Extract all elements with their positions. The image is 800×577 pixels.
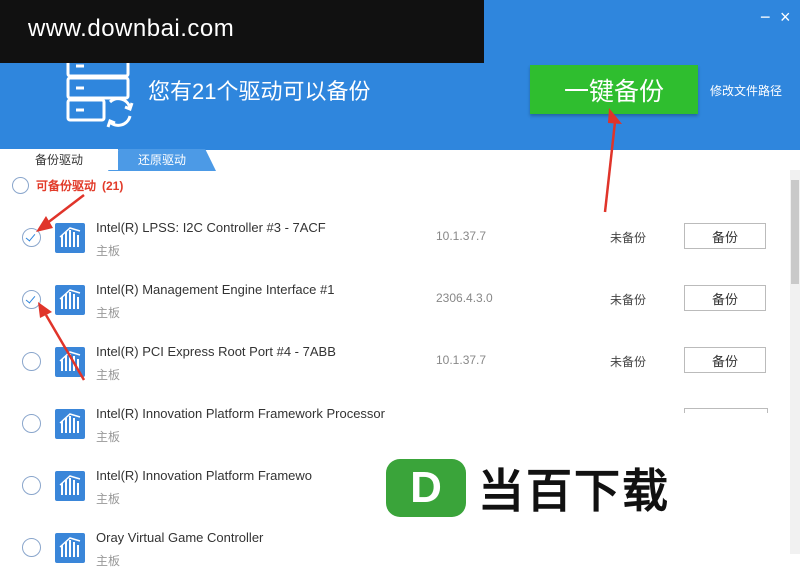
driver-version: 10.1.37.7 <box>436 229 487 243</box>
driver-checkbox[interactable] <box>22 476 41 495</box>
minimize-icon[interactable]: − <box>760 8 771 26</box>
driver-status: 未备份 <box>610 293 647 307</box>
driver-category: 主板 <box>96 554 121 568</box>
headline-text: 您有21个驱动可以备份 <box>148 79 371 104</box>
driver-name: Intel(R) LPSS: I2C Controller #3 - 7ACF <box>96 220 326 235</box>
backup-button[interactable]: 备份 <box>684 347 766 373</box>
header-bar: 您有21个驱动可以备份 一键备份 修改文件路径 − × www.downbai.… <box>0 0 800 150</box>
driver-category: 主板 <box>96 492 121 506</box>
brand-name: 当百下载 <box>478 465 670 517</box>
chip-icon <box>55 285 85 315</box>
server-sync-icon <box>66 54 134 128</box>
driver-row: Oray Virtual Game Controller 主板 <box>0 515 790 577</box>
driver-name: Intel(R) PCI Express Root Port #4 - 7ABB <box>96 344 336 359</box>
driver-category: 主板 <box>96 430 121 444</box>
driver-status: 未备份 <box>610 231 647 245</box>
driver-checkbox[interactable] <box>22 352 41 371</box>
backup-button[interactable]: 备份 <box>684 285 766 311</box>
group-select-all-radio[interactable] <box>12 177 29 194</box>
driver-name: Oray Virtual Game Controller <box>96 530 264 545</box>
change-path-link[interactable]: 修改文件路径 <box>710 82 782 99</box>
site-brand: D 当百下载 <box>386 455 670 521</box>
scrollbar-thumb[interactable] <box>791 180 799 284</box>
driver-version: 10.1.37.7 <box>436 353 487 367</box>
tab-backup-drivers[interactable]: 备份驱动 <box>0 149 118 170</box>
chip-icon <box>55 471 85 501</box>
driver-category: 主板 <box>96 244 121 258</box>
driver-row: Intel(R) LPSS: I2C Controller #3 - 7ACF … <box>0 205 790 267</box>
scrollbar[interactable] <box>790 170 800 554</box>
driver-name: Intel(R) Innovation Platform Framewo <box>96 468 313 483</box>
driver-version: 2306.4.3.0 <box>436 291 493 305</box>
driver-name: Intel(R) Innovation Platform Framework P… <box>96 406 385 420</box>
group-label: 可备份驱动 <box>36 179 97 193</box>
driver-checkbox[interactable] <box>22 228 41 247</box>
backup-button[interactable] <box>684 408 768 413</box>
driver-status: 未备份 <box>610 355 647 369</box>
tab-restore-drivers[interactable]: 还原驱动 <box>108 149 216 171</box>
group-count: (21) <box>102 178 124 193</box>
driver-name: Intel(R) Management Engine Interface #1 <box>96 282 335 297</box>
backup-button[interactable]: 备份 <box>684 223 766 249</box>
chip-icon <box>55 409 85 439</box>
driver-category: 主板 <box>96 306 121 320</box>
chip-icon <box>55 347 85 377</box>
group-header: 可备份驱动 (21) <box>12 177 123 194</box>
driver-row: Intel(R) PCI Express Root Port #4 - 7ABB… <box>0 329 790 391</box>
driver-checkbox[interactable] <box>22 414 41 433</box>
driver-checkbox[interactable] <box>22 290 41 309</box>
brand-logo-icon: D <box>386 459 466 517</box>
chip-icon <box>55 223 85 253</box>
watermark-banner: www.downbai.com <box>0 0 484 63</box>
one-click-backup-button[interactable]: 一键备份 <box>530 65 698 114</box>
chip-icon <box>55 533 85 563</box>
driver-checkbox[interactable] <box>22 538 41 557</box>
driver-category: 主板 <box>96 368 121 382</box>
close-icon[interactable]: × <box>780 8 791 26</box>
driver-row: Intel(R) Management Engine Interface #1 … <box>0 267 790 329</box>
driver-row: Intel(R) Innovation Platform Framework P… <box>0 391 790 453</box>
